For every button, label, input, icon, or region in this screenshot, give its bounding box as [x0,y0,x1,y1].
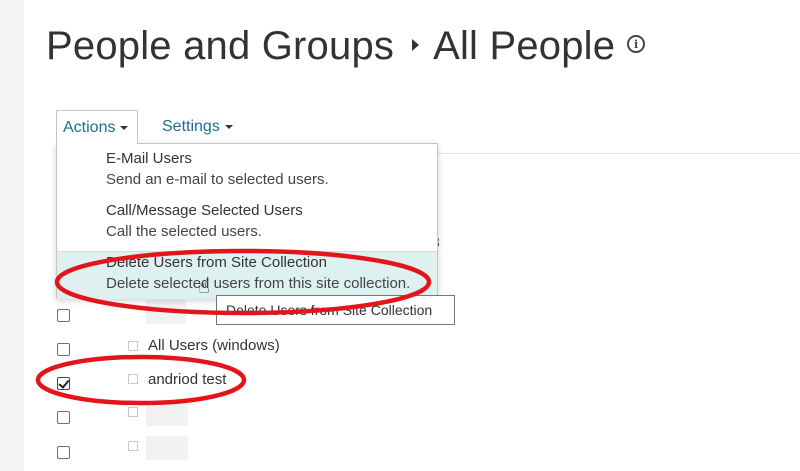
menu-item-description: Call the selected users. [106,223,262,240]
redacted-name [146,436,188,460]
user-icon [128,374,138,384]
settings-menu-button[interactable]: Settings [156,110,239,144]
left-rail [0,0,24,471]
redacted-name [146,300,186,324]
info-icon[interactable]: i [627,35,646,54]
page-title: People and Groups All People i [46,24,646,69]
menu-item-title: Call/Message Selected Users [106,202,303,219]
row-checkbox[interactable] [57,377,70,390]
tooltip: Delete Users from Site Collection [216,295,455,325]
triangle-right-icon [412,39,420,52]
menu-item-title: E-Mail Users [106,150,192,167]
user-icon [128,441,138,451]
menu-item-delete-users[interactable]: Delete Users from Site Collection Delete… [57,251,437,299]
actions-menu-button[interactable]: Actions [56,110,138,144]
actions-label: Actions [63,118,116,136]
menu-item-title: Delete Users from Site Collection [106,254,327,271]
breadcrumb-parent[interactable]: People and Groups [46,24,394,68]
redacted-name [146,402,188,426]
caret-down-icon [224,125,233,129]
caret-down-icon [120,125,129,130]
menu-item-description: Send an e-mail to selected users. [106,171,329,188]
row-checkbox[interactable] [57,343,70,356]
row-checkbox[interactable] [57,446,70,459]
actions-dropdown-menu: E-Mail Users Send an e-mail to selected … [56,143,438,299]
settings-label: Settings [162,118,220,135]
menu-item-email-users[interactable]: E-Mail Users Send an e-mail to selected … [57,148,437,196]
menu-item-description: Delete selected users from this site col… [106,275,411,292]
hand-pointer-icon: ☝ [198,277,210,298]
row-checkbox[interactable] [57,411,70,424]
list-item-name[interactable]: andriod test [148,371,226,388]
user-icon [128,341,138,351]
list-item-name[interactable]: All Users (windows) [148,337,280,354]
menu-item-call-message-users[interactable]: Call/Message Selected Users Call the sel… [57,200,437,248]
page-title-text: All People [433,24,616,68]
user-icon [128,407,138,417]
row-checkbox[interactable] [57,309,70,322]
